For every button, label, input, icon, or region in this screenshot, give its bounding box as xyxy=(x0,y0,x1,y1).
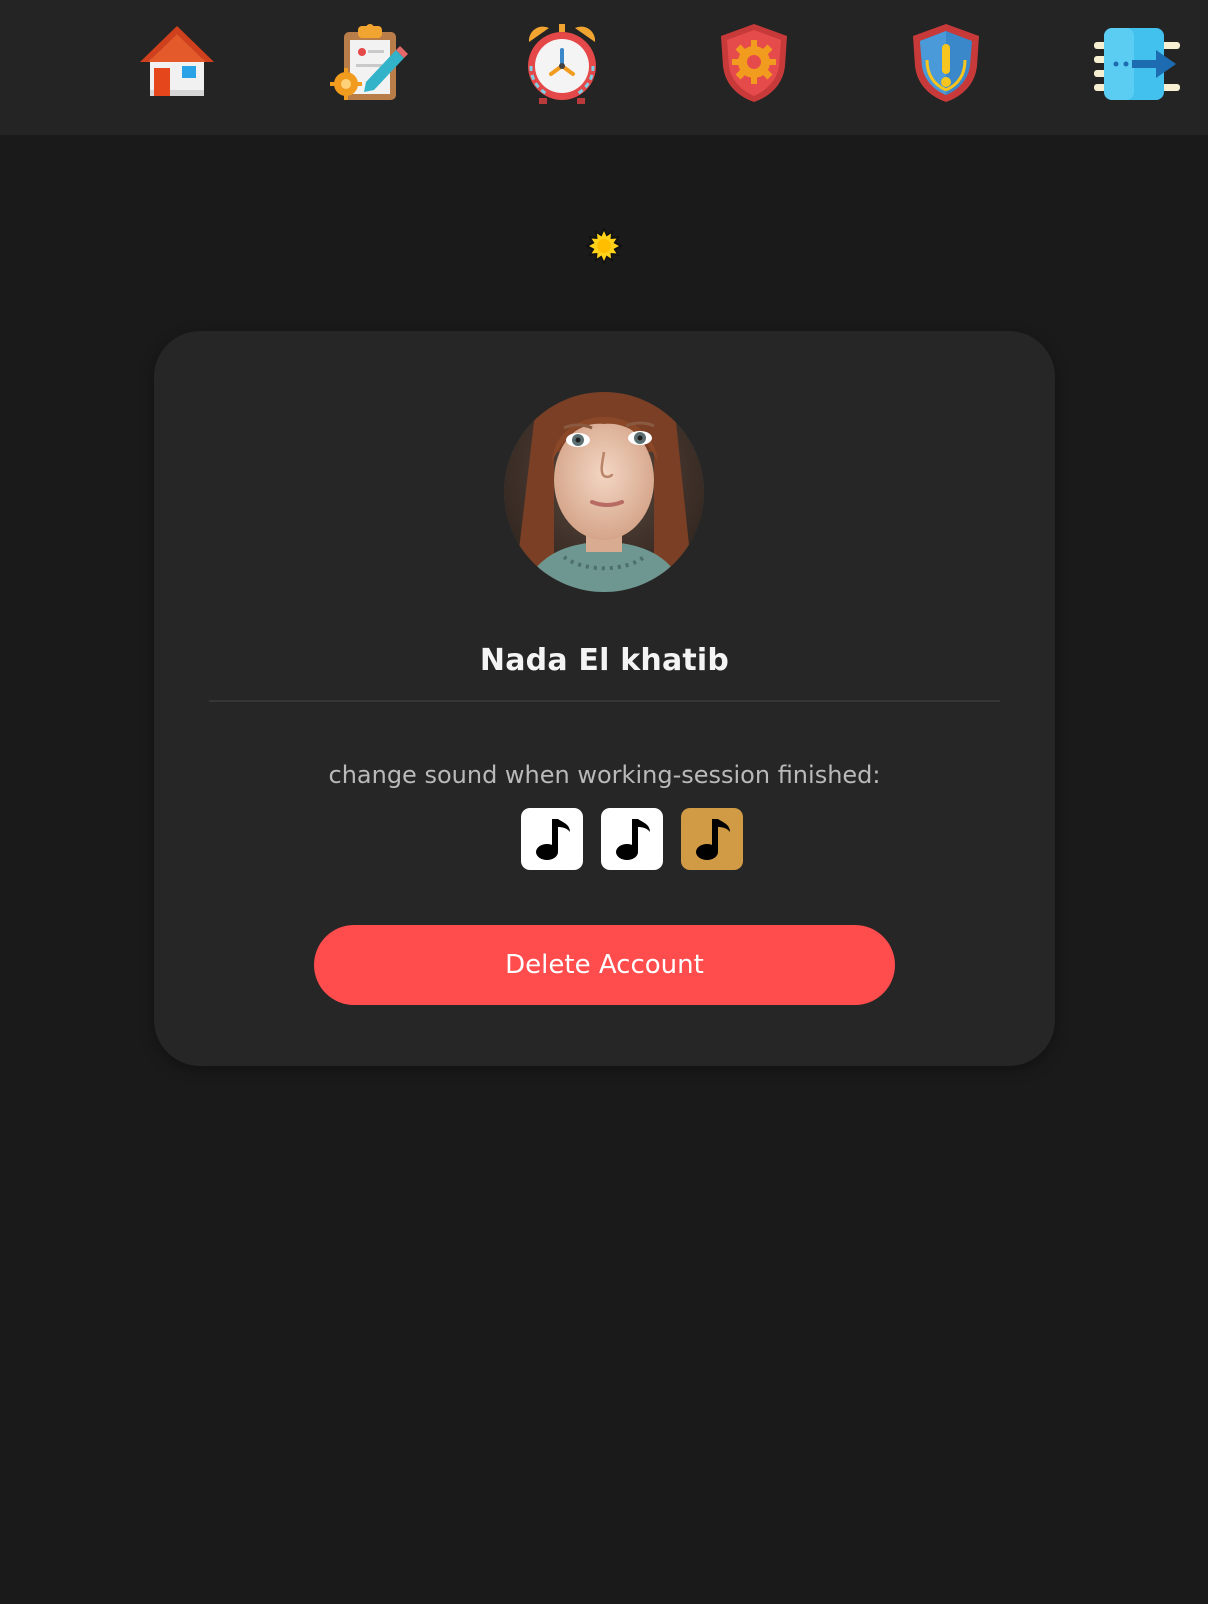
top-navbar xyxy=(0,0,1208,135)
logout-icon[interactable] xyxy=(1094,20,1180,106)
sound-options xyxy=(521,808,743,870)
delete-account-button[interactable]: Delete Account xyxy=(314,925,895,1005)
alarm-clock-icon[interactable] xyxy=(519,20,605,106)
divider xyxy=(209,700,1000,702)
sound-option-3[interactable] xyxy=(681,808,743,870)
task-settings-icon[interactable] xyxy=(326,20,412,106)
user-name: Nada El khatib xyxy=(479,643,730,678)
sun-icon[interactable] xyxy=(584,226,624,266)
music-note-icon xyxy=(696,819,730,860)
home-icon[interactable] xyxy=(134,20,220,106)
sound-option-1[interactable] xyxy=(521,808,583,870)
music-note-icon xyxy=(616,819,650,860)
profile-card: Nada El khatib change sound when working… xyxy=(154,331,1055,1066)
shield-warning-icon[interactable] xyxy=(903,20,989,106)
sound-option-2[interactable] xyxy=(601,808,663,870)
music-note-icon xyxy=(536,819,570,860)
sound-label: change sound when working-session finish… xyxy=(328,761,881,789)
shield-gear-icon[interactable] xyxy=(711,20,797,106)
avatar xyxy=(504,392,704,592)
